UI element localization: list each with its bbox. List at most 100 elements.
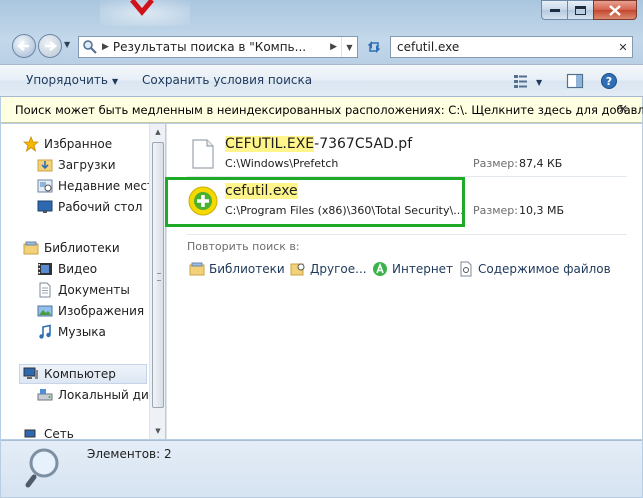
result-name[interactable]: CEFUTIL.EXE-7367C5AD.pf [225, 136, 412, 152]
sidebar-item-documents[interactable]: Документы [37, 280, 130, 300]
sidebar-item-network[interactable]: Сеть [23, 427, 74, 439]
sidebar-item-computer[interactable]: Компьютер [19, 364, 147, 384]
scroll-thumb[interactable] [152, 142, 164, 408]
breadcrumb-separator-icon[interactable]: ▶ [330, 42, 337, 52]
explorer-window: ▼ ▶ Результаты поиска в "Компь... ▶ ▼ ce… [0, 0, 643, 498]
sidebar-item-video[interactable]: Видео [37, 259, 97, 279]
network-icon [24, 429, 36, 438]
info-bar-text[interactable]: Поиск может быть медленным в неиндексиро… [15, 103, 643, 117]
sidebar-item-local-disk[interactable]: Локальный диск [37, 385, 163, 405]
clear-search-icon[interactable]: ✕ [614, 41, 632, 54]
breadcrumb-separator-icon[interactable]: ▶ [102, 42, 109, 52]
details-pane: Элементов: 2 [1, 440, 642, 497]
search-again-item-label: Содержимое файлов [478, 262, 611, 276]
navigation-pane: Избранное Загрузки Недавние места Рабочи… [1, 124, 165, 439]
folder-search-icon [290, 263, 305, 276]
size-value: 87,4 КБ [519, 157, 563, 170]
preview-pane-icon[interactable] [566, 72, 584, 90]
sidebar-item-label: Локальный диск [58, 388, 163, 402]
navigation-bar: ▼ ▶ Результаты поиска в "Компь... ▶ ▼ ce… [0, 30, 643, 62]
sidebar-item-libraries[interactable]: Библиотеки [23, 238, 120, 258]
downloads-folder-icon [37, 159, 53, 172]
close-button[interactable] [593, 0, 637, 20]
music-icon [39, 324, 51, 339]
search-box[interactable]: cefutil.exe ✕ [390, 36, 633, 58]
sidebar-item-pictures[interactable]: Изображения [37, 301, 144, 321]
info-bar-close-icon[interactable]: ✕ [618, 102, 628, 116]
divider [187, 234, 627, 235]
maximize-button[interactable] [567, 0, 593, 20]
sidebar-item-label: Избранное [44, 137, 113, 151]
sidebar-item-label: Видео [58, 262, 98, 276]
address-path[interactable]: Результаты поиска в "Компь... [113, 40, 326, 54]
svg-text:?: ? [606, 75, 612, 88]
pictures-icon [37, 305, 53, 317]
sidebar-item-desktop[interactable]: Рабочий стол [37, 197, 142, 217]
search-folder-icon [83, 40, 97, 54]
result-path: C:\Windows\Prefetch [225, 157, 339, 170]
document-icon [192, 139, 214, 169]
search-again-other[interactable]: Другое... [290, 261, 367, 277]
sidebar-item-music[interactable]: Музыка [37, 322, 106, 342]
sidebar-item-label: Изображения [58, 304, 145, 318]
sidebar-item-label: Недавние места [58, 179, 162, 193]
item-count: Элементов: 2 [87, 447, 172, 461]
title-bar [0, 0, 643, 28]
organize-menu[interactable]: Упорядочить ▼ [26, 73, 118, 87]
save-search-label: Сохранить условия поиска [142, 73, 313, 87]
refresh-icon [368, 41, 380, 53]
search-results-view: CEFUTIL.EXE-7367C5AD.pf C:\Windows\Prefe… [166, 124, 642, 439]
forward-button[interactable] [38, 34, 62, 58]
sidebar-item-label: Сеть [44, 427, 74, 439]
close-icon [609, 4, 621, 16]
sidebar-item-label: Библиотеки [44, 241, 120, 255]
back-button[interactable] [12, 34, 36, 58]
chevron-down-icon: ▼ [111, 77, 119, 86]
command-bar: Упорядочить ▼ Сохранить условия поиска ▼ … [0, 64, 643, 97]
address-bar[interactable]: ▶ Результаты поиска в "Компь... ▶ ▼ [78, 36, 358, 58]
desktop-icon [37, 200, 53, 213]
info-bar[interactable]: Поиск может быть медленным в неиндексиро… [1, 97, 643, 123]
recent-pages-dropdown[interactable]: ▼ [64, 40, 74, 52]
recent-places-icon [37, 179, 53, 193]
sidebar-item-label: Загрузки [58, 158, 116, 172]
result-item[interactable]: CEFUTIL.EXE-7367C5AD.pf C:\Windows\Prefe… [187, 134, 637, 174]
search-again-file-contents[interactable]: Содержимое файлов [458, 261, 611, 277]
refresh-button[interactable] [362, 36, 386, 58]
search-again-internet[interactable]: Интернет [372, 261, 453, 277]
maximize-icon [575, 5, 586, 15]
local-disk-icon [37, 389, 53, 401]
organize-label: Упорядочить [26, 73, 108, 87]
sidebar-item-label: Документы [58, 283, 130, 297]
forward-arrow-icon [45, 41, 57, 51]
search-again-libraries[interactable]: Библиотеки [189, 261, 285, 277]
sidebar-item-favorites[interactable]: Избранное [23, 134, 112, 154]
search-again-item-label: Другое... [310, 262, 367, 276]
search-again-item-label: Библиотеки [209, 262, 285, 276]
background-logo-fragment [130, 0, 154, 16]
sidebar-item-label: Компьютер [44, 367, 116, 381]
scroll-up-icon[interactable]: ▲ [150, 124, 165, 140]
navigation-scrollbar[interactable]: ▲ ▼ [149, 124, 165, 439]
documents-icon [39, 282, 51, 298]
views-dropdown[interactable]: ▼ [532, 74, 542, 88]
libraries-icon [189, 262, 205, 276]
video-icon [38, 263, 52, 275]
minimize-button[interactable] [541, 0, 567, 20]
search-input[interactable]: cefutil.exe [397, 40, 614, 54]
search-again-item-label: Интернет [392, 262, 454, 276]
sidebar-item-downloads[interactable]: Загрузки [37, 155, 116, 175]
sidebar-item-recent[interactable]: Недавние места [37, 176, 161, 196]
save-search-button[interactable]: Сохранить условия поиска [142, 73, 312, 87]
star-icon [23, 136, 39, 152]
libraries-icon [23, 241, 39, 255]
scroll-down-icon[interactable]: ▼ [150, 423, 165, 439]
file-contents-icon [460, 261, 472, 277]
search-again-label: Повторить поиск в: [187, 240, 300, 253]
minimize-icon [549, 9, 560, 12]
result-name-rest: -7367C5AD.pf [314, 136, 413, 152]
computer-icon [23, 367, 38, 379]
address-dropdown-button[interactable]: ▼ [341, 37, 357, 57]
views-icon[interactable] [512, 72, 530, 90]
help-icon[interactable]: ? [600, 72, 618, 90]
